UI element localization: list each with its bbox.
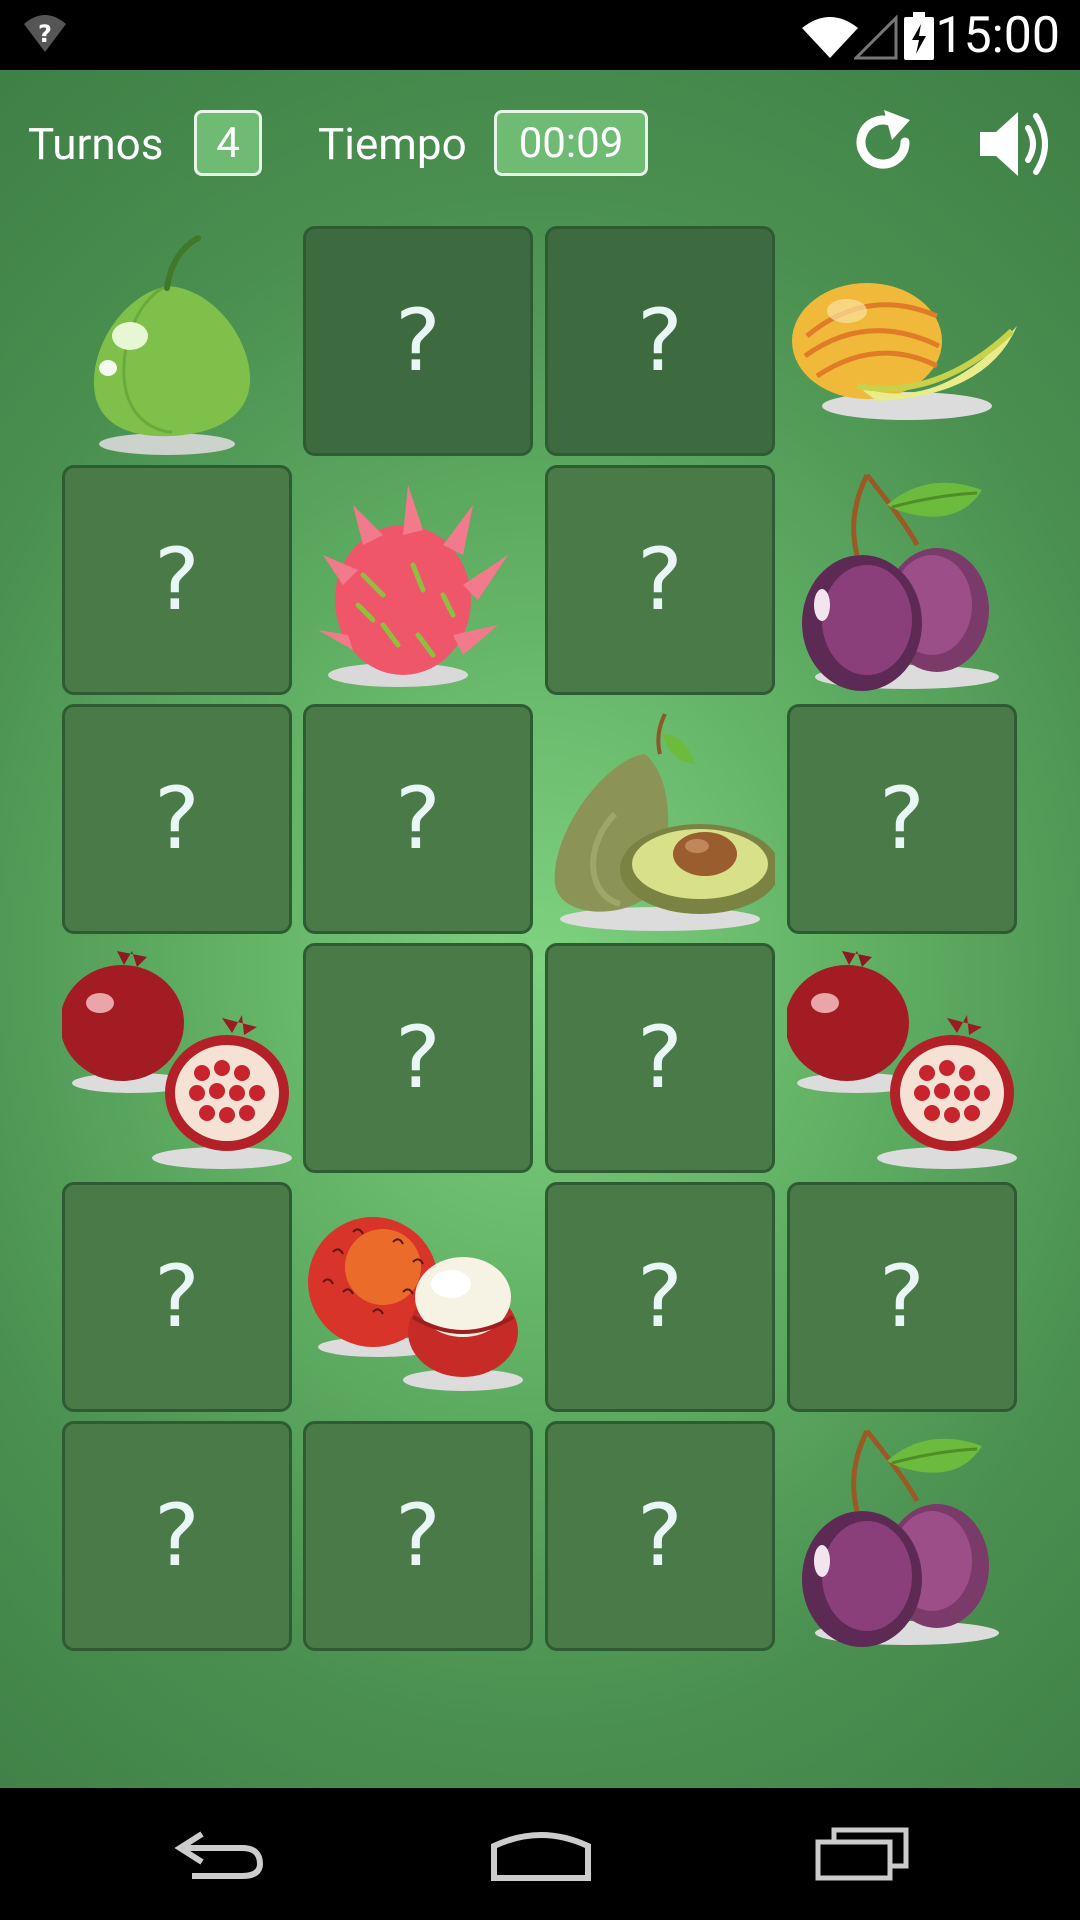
plum-image bbox=[802, 473, 999, 691]
question-mark: ? bbox=[154, 769, 200, 869]
avocado-image bbox=[554, 713, 780, 931]
card-rambutan[interactable] bbox=[303, 1182, 533, 1412]
dragon-fruit-image bbox=[318, 485, 508, 687]
battery-charging-icon bbox=[904, 12, 934, 60]
turns-label: Turnos bbox=[28, 118, 164, 170]
card-melon[interactable] bbox=[787, 226, 1017, 456]
question-mark: ? bbox=[637, 1008, 683, 1108]
question-mark: ? bbox=[637, 1247, 683, 1347]
question-mark: ? bbox=[879, 769, 925, 869]
navigation-bar bbox=[0, 1788, 1080, 1920]
card-dragon-fruit[interactable] bbox=[303, 465, 533, 695]
card-plum[interactable] bbox=[787, 1421, 1017, 1651]
card-pomegranate[interactable] bbox=[60, 943, 292, 1173]
question-mark: ? bbox=[154, 1247, 200, 1347]
status-clock: 15:00 bbox=[935, 7, 1060, 65]
home-icon[interactable] bbox=[490, 1826, 592, 1882]
cell-signal-icon bbox=[854, 14, 898, 60]
pomegranate-image bbox=[60, 951, 292, 1169]
back-icon[interactable] bbox=[172, 1826, 268, 1882]
question-mark: ? bbox=[395, 1486, 441, 1586]
card-hidden[interactable]: ? bbox=[787, 704, 1017, 934]
sound-on-icon[interactable] bbox=[978, 108, 1052, 180]
card-hidden[interactable]: ? bbox=[62, 465, 292, 695]
card-guava[interactable] bbox=[62, 226, 292, 456]
question-mark: ? bbox=[154, 530, 200, 630]
recent-apps-icon[interactable] bbox=[814, 1826, 910, 1882]
card-hidden[interactable]: ? bbox=[545, 1421, 775, 1651]
card-hidden[interactable]: ? bbox=[62, 1182, 292, 1412]
pomegranate-image bbox=[785, 951, 1017, 1169]
card-avocado[interactable] bbox=[545, 704, 780, 934]
question-mark: ? bbox=[154, 1486, 200, 1586]
question-mark: ? bbox=[637, 530, 683, 630]
guava-image bbox=[93, 235, 251, 455]
svg-text:?: ? bbox=[38, 20, 52, 48]
card-hidden[interactable]: ? bbox=[303, 943, 533, 1173]
question-mark: ? bbox=[637, 291, 683, 391]
card-hidden[interactable]: ? bbox=[787, 1182, 1017, 1412]
restart-icon[interactable] bbox=[850, 110, 916, 176]
rambutan-image bbox=[308, 1217, 523, 1391]
card-pomegranate[interactable] bbox=[785, 943, 1017, 1173]
status-bar: ? 15:00 bbox=[0, 0, 1080, 70]
time-label: Tiempo bbox=[318, 118, 467, 170]
card-hidden[interactable]: ? bbox=[62, 704, 292, 934]
game-board-area: Turnos 4 Tiempo 00:09 ? ? ? ? ? ? ? ? ? … bbox=[0, 70, 1080, 1788]
question-mark: ? bbox=[879, 1247, 925, 1347]
card-hidden[interactable]: ? bbox=[545, 465, 775, 695]
wifi-signal-icon bbox=[802, 17, 858, 58]
card-hidden[interactable]: ? bbox=[545, 226, 775, 456]
card-hidden[interactable]: ? bbox=[545, 1182, 775, 1412]
card-hidden[interactable]: ? bbox=[303, 1421, 533, 1651]
question-mark: ? bbox=[395, 769, 441, 869]
card-hidden[interactable]: ? bbox=[303, 704, 533, 934]
time-counter: 00:09 bbox=[494, 110, 648, 176]
card-hidden[interactable]: ? bbox=[545, 943, 775, 1173]
melon-image bbox=[792, 283, 1017, 420]
question-mark: ? bbox=[637, 1486, 683, 1586]
turns-counter: 4 bbox=[194, 110, 262, 176]
question-mark: ? bbox=[395, 1008, 441, 1108]
wifi-unknown-icon: ? bbox=[24, 15, 66, 52]
plum-image bbox=[802, 1429, 999, 1647]
card-hidden[interactable]: ? bbox=[303, 226, 533, 456]
question-mark: ? bbox=[395, 291, 441, 391]
card-hidden[interactable]: ? bbox=[62, 1421, 292, 1651]
card-plum[interactable] bbox=[787, 465, 1017, 695]
